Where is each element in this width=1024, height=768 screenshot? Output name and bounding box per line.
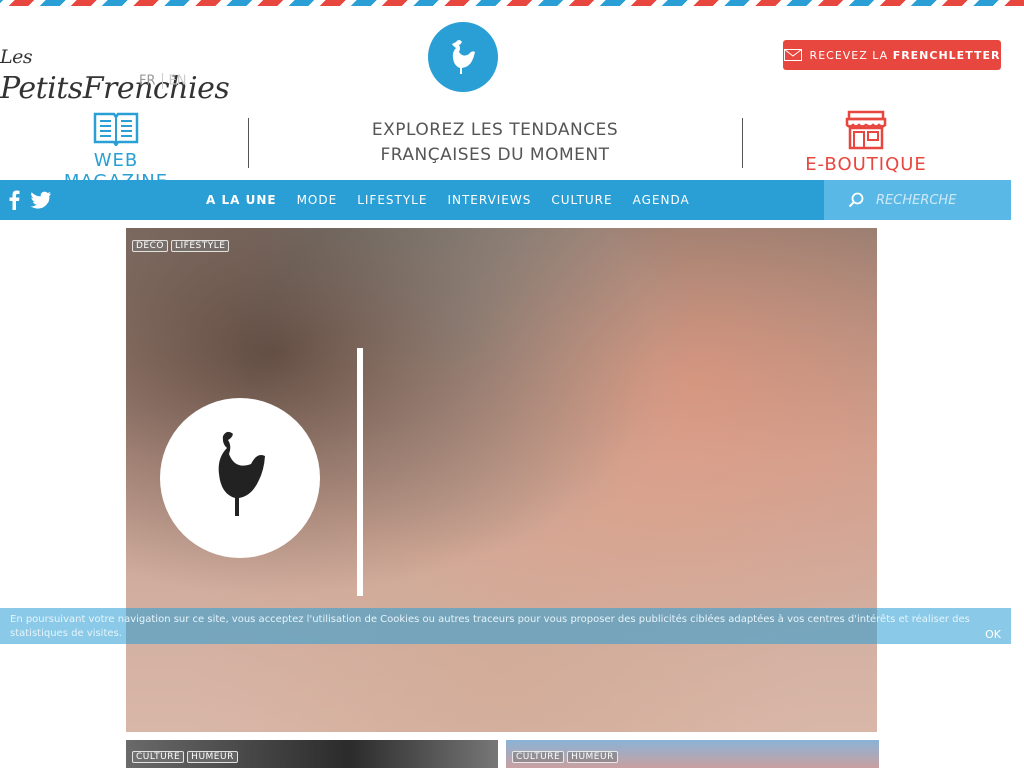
hero-featured-article[interactable]: DECO LIFESTYLE (126, 228, 877, 732)
twitter-icon[interactable] (30, 191, 52, 209)
tagline-line2: FRANÇAISES DU MOMENT (380, 145, 610, 165)
cookie-banner: En poursuivant votre navigation sur ce s… (0, 608, 1011, 644)
social-links (8, 190, 52, 210)
cookie-ok-button[interactable]: OK (985, 628, 1001, 641)
nav-item-culture[interactable]: CULTURE (541, 193, 622, 207)
rooster-icon (218, 431, 265, 516)
hero-tags: DECO LIFESTYLE (132, 233, 232, 252)
header-divider-left (248, 118, 249, 168)
eboutique-link[interactable]: E-BOUTIQUE (800, 110, 932, 175)
cookie-text: En poursuivant votre navigation sur ce s… (10, 614, 970, 639)
lang-en[interactable]: EN (169, 74, 187, 89)
tag-humeur[interactable]: HUMEUR (567, 751, 618, 763)
rooster-icon (452, 40, 475, 74)
tag-deco[interactable]: DECO (132, 240, 168, 252)
facebook-icon[interactable] (8, 190, 20, 210)
open-book-icon (93, 112, 139, 148)
newsletter-bold: FRENCHLETTER (892, 48, 1001, 62)
lang-divider (161, 73, 163, 89)
tag-culture[interactable]: CULTURE (132, 751, 185, 763)
card-tags: CULTURE HUMEUR (512, 744, 621, 763)
eboutique-label: E-BOUTIQUE (805, 154, 927, 175)
language-switcher: FR EN (139, 73, 186, 89)
tagline-line1: EXPLOREZ LES TENDANCES (371, 120, 619, 140)
lang-fr[interactable]: FR (139, 74, 156, 89)
header-divider-right (742, 118, 743, 168)
nav-item-mode[interactable]: MODE (287, 193, 348, 207)
tag-culture[interactable]: CULTURE (512, 751, 565, 763)
site-logo[interactable]: Les PetitsFrenchies (0, 36, 240, 106)
nav-item-lifestyle[interactable]: LIFESTYLE (347, 193, 437, 207)
envelope-icon (783, 49, 802, 61)
card-tags: CULTURE HUMEUR (132, 744, 241, 763)
article-card[interactable]: CULTURE HUMEUR (126, 740, 498, 768)
article-card[interactable]: CULTURE HUMEUR (506, 740, 879, 768)
search-input[interactable] (874, 191, 998, 209)
tagline: EXPLOREZ LES TENDANCES FRANÇAISES DU MOM… (330, 118, 660, 168)
hero-divider-bar (357, 348, 363, 596)
shop-storefront-icon (845, 110, 887, 150)
logo-main: PetitsFrenchies (0, 71, 230, 106)
logo-les: Les (0, 46, 33, 68)
nav-item-interviews[interactable]: INTERVIEWS (437, 193, 541, 207)
tag-humeur[interactable]: HUMEUR (187, 751, 238, 763)
tag-lifestyle[interactable]: LIFESTYLE (171, 240, 230, 252)
search-box (824, 180, 1011, 220)
nav-item-a-la-une[interactable]: A LA UNE (196, 193, 287, 207)
nav-item-agenda[interactable]: AGENDA (623, 193, 700, 207)
hero-logo-circle (160, 398, 320, 558)
rooster-home-button[interactable] (428, 22, 498, 92)
newsletter-prefix: RECEVEZ LA (809, 48, 889, 62)
main-menu: A LA UNE MODE LIFESTYLE INTERVIEWS CULTU… (196, 180, 700, 220)
newsletter-button[interactable]: RECEVEZ LA FRENCHLETTER (783, 40, 1001, 70)
airmail-border (0, 0, 1024, 6)
search-icon[interactable] (848, 192, 864, 208)
